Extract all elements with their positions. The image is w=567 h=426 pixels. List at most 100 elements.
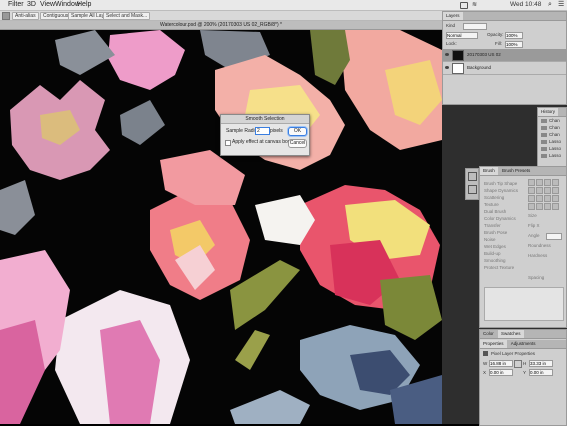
brush-size-label: Size — [528, 213, 537, 218]
brush-option[interactable]: Build-up — [484, 251, 501, 256]
history-panel: History Chan Chan Chan Lasso Lasso Lasso — [537, 107, 567, 167]
brush-panel: Brush Brush Presets Brush Tip Shape Shap… — [479, 166, 567, 328]
brush-option[interactable]: Color Dynamics — [484, 216, 516, 221]
brush-panel-icon[interactable] — [468, 172, 477, 181]
layer-name: Background — [467, 65, 492, 70]
brush-tip[interactable] — [528, 187, 535, 194]
brush-tip[interactable] — [536, 179, 543, 186]
brush-option[interactable]: Shape Dynamics — [484, 188, 518, 193]
cancel-button[interactable]: Cancel — [288, 139, 307, 148]
menu-bar: Filter 3D View Window Help ≋ Wed 10:48 ⌕… — [0, 0, 567, 11]
layers-panel-tabs: Layers — [443, 12, 566, 21]
history-item[interactable]: Chan — [541, 118, 560, 123]
x-field[interactable]: 0.00 in — [489, 369, 513, 376]
history-item[interactable]: Chan — [541, 125, 560, 130]
y-field[interactable]: 0.00 in — [529, 369, 553, 376]
brush-tip[interactable] — [536, 203, 543, 210]
brush-option[interactable]: Brush Pose — [484, 230, 507, 235]
history-item[interactable]: Lasso — [541, 153, 561, 158]
layer-row[interactable]: 20170303 US 02 — [443, 49, 566, 62]
document-tab[interactable]: Watercolour.psd @ 200% (20170303 US 02_R… — [0, 21, 442, 30]
search-icon[interactable]: ⌕ — [548, 1, 552, 9]
brush-option[interactable]: Dual Brush — [484, 209, 506, 214]
height-field[interactable]: 33.33 in — [529, 360, 553, 367]
brush-tip[interactable] — [528, 179, 535, 186]
history-item[interactable]: Lasso — [541, 139, 561, 144]
battery-icon — [460, 2, 468, 9]
brush-tip[interactable] — [552, 203, 559, 210]
brush-tip[interactable] — [552, 179, 559, 186]
visibility-eye-icon[interactable] — [445, 66, 449, 69]
pixel-layer-icon — [483, 351, 488, 356]
brush-panel-tabs: Brush Brush Presets — [480, 167, 566, 176]
brush-tip[interactable] — [544, 195, 551, 202]
brush-tip[interactable] — [536, 195, 543, 202]
brush-option[interactable]: Brush Tip Shape — [484, 181, 517, 186]
tool-preset-icon[interactable] — [2, 12, 10, 20]
brush-tip[interactable] — [544, 187, 551, 194]
clone-source-icon[interactable] — [468, 185, 477, 194]
brush-tip[interactable] — [544, 203, 551, 210]
menu-3d[interactable]: 3D — [27, 0, 36, 10]
brush-option[interactable]: Noise — [484, 237, 496, 242]
brush-tip[interactable] — [536, 187, 543, 194]
tab-history[interactable]: History — [538, 108, 559, 116]
brush-option[interactable]: Transfer — [484, 223, 501, 228]
brush-option[interactable]: Texture — [484, 202, 499, 207]
brush-tip[interactable] — [552, 187, 559, 194]
width-field[interactable]: 16.88 in — [489, 360, 513, 367]
brush-option[interactable]: Scattering — [484, 195, 504, 200]
sample-radius-input[interactable]: 2 — [255, 127, 270, 135]
history-item[interactable]: Lasso — [541, 146, 561, 151]
brush-tip[interactable] — [544, 179, 551, 186]
document-title: Watercolour.psd @ 200% (20170303 US 02_R… — [160, 22, 282, 28]
tab-brush-presets[interactable]: Brush Presets — [499, 168, 533, 173]
angle-field[interactable] — [546, 233, 562, 240]
properties-panel: Color Swatches Properties Adjustments Pi… — [479, 329, 567, 426]
brush-option[interactable]: Wet Edges — [484, 244, 506, 249]
brush-option[interactable]: Protect Texture — [484, 265, 514, 270]
width-label: W — [483, 361, 488, 366]
height-label: H — [523, 361, 527, 366]
brush-tip[interactable] — [528, 203, 535, 210]
menu-list-icon[interactable]: ☰ — [558, 1, 564, 9]
layers-panel: Layers Kind Normal Opacity: 100% Lock: F… — [442, 11, 567, 105]
history-item[interactable]: Chan — [541, 132, 560, 137]
lock-label: Lock: — [446, 41, 457, 46]
document-canvas[interactable] — [0, 30, 442, 424]
blend-mode-select[interactable]: Normal — [446, 32, 478, 39]
anti-alias-checkbox[interactable]: Anti-alias — [12, 12, 39, 20]
brush-tip[interactable] — [528, 195, 535, 202]
link-icon[interactable] — [514, 360, 522, 368]
layer-thumbnail — [452, 50, 464, 61]
y-label: Y — [523, 370, 527, 375]
fill-field[interactable]: 100% — [505, 41, 523, 48]
tab-properties[interactable]: Properties — [480, 340, 507, 348]
tab-color[interactable]: Color — [480, 331, 497, 336]
menu-filter[interactable]: Filter — [8, 0, 24, 10]
tab-adjustments[interactable]: Adjustments — [508, 341, 539, 346]
watercolor-artwork — [0, 30, 442, 424]
smooth-selection-dialog: Smooth Selection Sample Radius: 2 pixels… — [220, 114, 310, 156]
canvas-bounds-checkbox[interactable] — [225, 140, 231, 146]
angle-label: Angle — [528, 233, 540, 238]
layer-row[interactable]: Background — [443, 62, 566, 75]
tab-swatches[interactable]: Swatches — [498, 330, 524, 338]
tab-layers[interactable]: Layers — [443, 12, 463, 20]
kind-filter[interactable]: Kind — [446, 23, 455, 28]
wifi-icon: ≋ — [472, 2, 478, 8]
brush-option[interactable]: Smoothing — [484, 258, 506, 263]
menu-help[interactable]: Help — [77, 0, 91, 10]
fill-label: Fill: — [495, 41, 502, 46]
brush-tip[interactable] — [552, 195, 559, 202]
kind-filter-field[interactable] — [463, 23, 487, 30]
menu-view[interactable]: View — [40, 0, 55, 10]
contiguous-checkbox[interactable]: Contiguous — [40, 12, 72, 20]
opacity-field[interactable]: 100% — [505, 32, 523, 39]
ok-button[interactable]: OK — [288, 127, 307, 136]
options-bar: Anti-alias Contiguous Sample All Layers … — [0, 11, 442, 21]
brush-preview — [484, 287, 564, 321]
tab-brush[interactable]: Brush — [480, 167, 498, 175]
select-and-mask-button[interactable]: Select and Mask... — [103, 12, 151, 20]
visibility-eye-icon[interactable] — [445, 53, 449, 56]
